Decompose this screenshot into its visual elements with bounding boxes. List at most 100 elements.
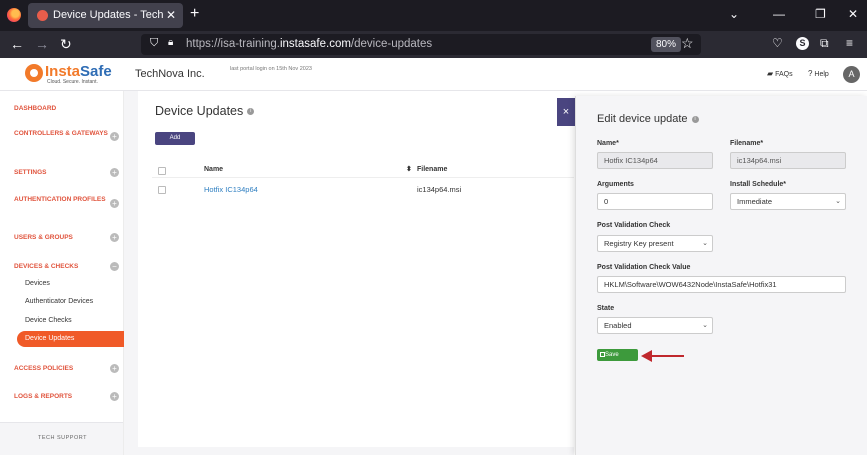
new-tab-icon[interactable]: + xyxy=(190,5,199,23)
page-title-text: Device Updates xyxy=(155,104,244,118)
row-checkbox[interactable] xyxy=(158,186,166,194)
faq-label: FAQs xyxy=(775,71,793,78)
column-header-name[interactable]: Name xyxy=(204,166,223,173)
chevron-down-icon: ⌄ xyxy=(702,322,708,329)
name-field[interactable]: Hotfix IC134p64 xyxy=(597,152,713,169)
url-text[interactable]: https://isa-training.instasafe.com/devic… xyxy=(186,38,432,50)
expand-plus-icon[interactable]: + xyxy=(110,132,119,141)
panel-close-button[interactable]: × xyxy=(557,98,575,126)
browser-tab-bar: Device Updates - TechNova Inc ✕ + ⌄ — ❐ … xyxy=(0,0,867,31)
window-close-icon[interactable]: ✕ xyxy=(848,7,858,21)
pvc-value-field[interactable]: HKLM\Software\WOW6432Node\InstaSafe\Hotf… xyxy=(597,276,846,293)
arguments-field[interactable]: 0 xyxy=(597,193,713,210)
org-name: TechNova Inc. xyxy=(135,68,205,80)
header-divider xyxy=(152,177,574,178)
back-icon[interactable]: ← xyxy=(10,36,24,52)
post-validation-check-value: Registry Key present xyxy=(604,239,674,248)
sidebar-item-authentication[interactable]: AUTHENTICATION PROFILES xyxy=(14,195,109,204)
expand-plus-icon[interactable]: + xyxy=(110,168,119,177)
zoom-level[interactable]: 80% xyxy=(651,37,682,52)
sidebar-item-controllers[interactable]: CONTROLLERS & GATEWAYS xyxy=(14,129,109,138)
menu-hamburger-icon[interactable]: ≡ xyxy=(846,36,853,50)
browser-tab[interactable]: Device Updates - TechNova Inc ✕ xyxy=(28,3,183,28)
lock-icon[interactable]: 🔒︎ xyxy=(168,37,173,48)
url-prefix: https://isa-training. xyxy=(186,38,280,50)
save-button[interactable]: Save xyxy=(597,349,638,361)
info-icon[interactable]: i xyxy=(691,115,699,123)
sidebar: DASHBOARD CONTROLLERS & GATEWAYS + SETTI… xyxy=(0,91,124,455)
page-title: Device Updates i xyxy=(155,104,255,118)
device-updates-card: Device Updates i Add Name ⬍ Filename Hotf… xyxy=(138,91,574,447)
install-schedule-select[interactable]: Immediate ⌄ xyxy=(730,193,846,210)
tab-favicon-icon xyxy=(37,10,48,21)
tab-list-chevron-icon[interactable]: ⌄ xyxy=(729,7,739,21)
url-bar[interactable]: ⛉ 🔒︎ https://isa-training.instasafe.com/… xyxy=(141,34,701,55)
pvc-value-label: Post Validation Check Value xyxy=(597,264,691,271)
sidebar-subitem-label: Device Updates xyxy=(25,335,75,342)
collapse-minus-icon[interactable]: − xyxy=(110,262,119,271)
sidebar-item-logs-reports[interactable]: LOGS & REPORTS xyxy=(14,392,109,401)
save-disk-icon xyxy=(600,352,605,357)
expand-plus-icon[interactable]: + xyxy=(110,233,119,242)
reload-icon[interactable]: ↻ xyxy=(60,36,72,53)
last-login-text: last portal login on 15th Nov 2023 xyxy=(230,66,312,72)
state-value: Enabled xyxy=(604,321,632,330)
restore-icon[interactable]: ❐ xyxy=(815,7,826,21)
sort-icon[interactable]: ⬍ xyxy=(406,165,412,173)
expand-plus-icon[interactable]: + xyxy=(110,199,119,208)
browser-nav-bar: ← → ↻ ⛉ 🔒︎ https://isa-training.instasaf… xyxy=(0,31,867,58)
post-validation-check-select[interactable]: Registry Key present ⌄ xyxy=(597,235,713,252)
avatar[interactable]: A xyxy=(843,66,860,83)
faq-link[interactable]: ▰ FAQs xyxy=(767,69,793,78)
sidebar-item-settings[interactable]: SETTINGS xyxy=(14,168,109,177)
filename-label: Filename* xyxy=(730,140,764,147)
select-all-checkbox[interactable] xyxy=(158,167,166,175)
logo-text-a: Insta xyxy=(45,63,81,80)
sidebar-subitem-devices[interactable]: Devices xyxy=(25,280,50,287)
chevron-down-icon: ⌄ xyxy=(835,198,841,205)
sidebar-subitem-authenticator-devices[interactable]: Authenticator Devices xyxy=(25,298,93,305)
shield-icon[interactable]: ⛉ xyxy=(150,37,158,50)
panel-title-text: Edit device update xyxy=(597,113,688,125)
extension-s-icon[interactable]: S xyxy=(796,37,809,50)
help-icon: ? xyxy=(808,69,813,78)
chevron-down-icon: ⌄ xyxy=(702,240,708,247)
filename-field[interactable]: ic134p64.msi xyxy=(730,152,846,169)
tech-support-label: TECH SUPPORT xyxy=(38,435,87,441)
sidebar-subitem-device-checks[interactable]: Device Checks xyxy=(25,317,72,324)
add-button[interactable]: Add xyxy=(155,132,195,145)
sidebar-item-devices-checks[interactable]: DEVICES & CHECKS xyxy=(14,262,109,271)
sidebar-item-users-groups[interactable]: USERS & GROUPS xyxy=(14,233,109,242)
bookmark-star-icon[interactable]: ☆ xyxy=(681,35,694,52)
main-area: Device Updates i Add Name ⬍ Filename Hotf… xyxy=(124,91,574,455)
post-validation-check-label: Post Validation Check xyxy=(597,222,671,229)
url-domain: instasafe.com xyxy=(279,38,351,50)
tech-support-footer[interactable]: TECH SUPPORT xyxy=(0,422,123,455)
forward-icon[interactable]: → xyxy=(35,36,49,52)
instasafe-logo-icon xyxy=(25,64,43,82)
app-header: InstaSafe Cloud. Secure. Instant. TechNo… xyxy=(0,58,867,91)
edit-device-update-panel: Edit device update i Name* Hotfix IC134p6… xyxy=(575,96,867,455)
install-schedule-label: Install Schedule* xyxy=(730,181,787,188)
state-select[interactable]: Enabled ⌄ xyxy=(597,317,713,334)
minimize-icon[interactable]: — xyxy=(773,7,785,21)
tab-close-icon[interactable]: ✕ xyxy=(166,8,176,22)
column-header-filename[interactable]: Filename xyxy=(417,166,447,173)
pocket-icon[interactable]: ♡ xyxy=(772,36,783,50)
expand-plus-icon[interactable]: + xyxy=(110,392,119,401)
row-name-link[interactable]: Hotfix IC134p64 xyxy=(204,185,258,194)
extensions-puzzle-icon[interactable]: ⧉ xyxy=(820,36,829,51)
sidebar-subitem-device-updates[interactable]: Device Updates xyxy=(17,331,124,347)
sidebar-item-dashboard[interactable]: DASHBOARD xyxy=(14,104,109,113)
save-label: Save xyxy=(605,352,619,358)
sidebar-item-access-policies[interactable]: ACCESS POLICIES xyxy=(14,364,109,373)
expand-plus-icon[interactable]: + xyxy=(110,364,119,373)
annotation-arrow-icon xyxy=(641,350,684,362)
arguments-label: Arguments xyxy=(597,181,634,188)
help-label: Help xyxy=(814,71,829,78)
faq-icon: ▰ xyxy=(767,69,774,78)
logo-tagline: Cloud. Secure. Instant. xyxy=(47,79,98,85)
info-icon[interactable]: i xyxy=(247,108,255,116)
tab-title: Device Updates - TechNova Inc xyxy=(53,9,163,21)
help-link[interactable]: ? Help xyxy=(808,69,829,78)
